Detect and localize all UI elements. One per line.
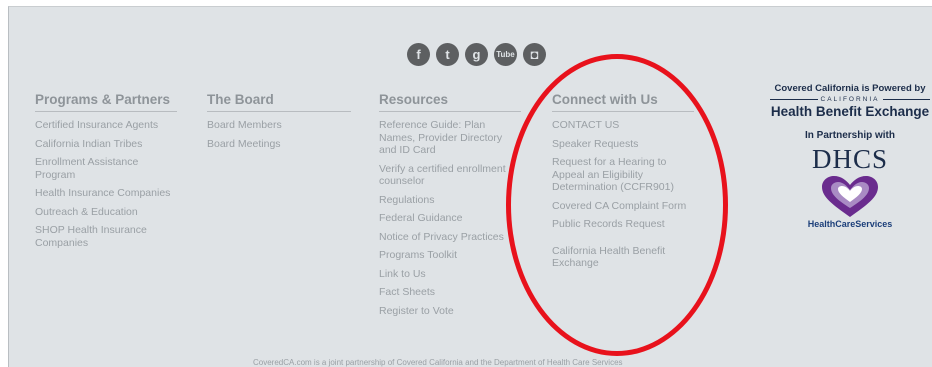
link-programs-toolkit[interactable]: Programs Toolkit xyxy=(379,249,521,262)
dhcs-heart-icon xyxy=(822,176,878,217)
link-fact-sheets[interactable]: Fact Sheets xyxy=(379,286,521,299)
facebook-icon[interactable]: f xyxy=(407,43,430,66)
link-privacy-practices[interactable]: Notice of Privacy Practices xyxy=(379,231,521,244)
health-benefit-exchange-logo[interactable]: Health Benefit Exchange xyxy=(770,104,930,119)
programs-partners-column: Programs & Partners Certified Insurance … xyxy=(35,92,177,255)
programs-partners-heading: Programs & Partners xyxy=(35,92,177,112)
instagram-icon[interactable]: ◘ xyxy=(523,43,546,66)
twitter-icon[interactable]: t xyxy=(436,43,459,66)
link-outreach-education[interactable]: Outreach & Education xyxy=(35,206,177,219)
google-plus-icon[interactable]: g xyxy=(465,43,488,66)
link-contact-us[interactable]: CONTACT US xyxy=(552,119,694,132)
link-certified-agents[interactable]: Certified Insurance Agents xyxy=(35,119,177,132)
link-reference-guide[interactable]: Reference Guide: Plan Names, Provider Di… xyxy=(379,119,521,157)
link-board-meetings[interactable]: Board Meetings xyxy=(207,138,351,151)
board-column: The Board Board Members Board Meetings xyxy=(207,92,351,156)
link-health-benefit-exchange[interactable]: California Health Benefit Exchange xyxy=(552,245,694,270)
link-shop-health-insurance[interactable]: SHOP Health Insurance Companies xyxy=(35,224,177,249)
resources-column: Resources Reference Guide: Plan Names, P… xyxy=(379,92,521,323)
link-hearing-request[interactable]: Request for a Hearing to Appeal an Eligi… xyxy=(552,156,694,194)
link-federal-guidance[interactable]: Federal Guidance xyxy=(379,212,521,225)
youtube-icon[interactable]: Tube xyxy=(494,43,517,66)
powered-by-text: Covered California is Powered by xyxy=(774,83,926,94)
link-public-records[interactable]: Public Records Request xyxy=(552,218,694,231)
health-care-services-text: HealthCareServices xyxy=(807,219,893,229)
link-link-to-us[interactable]: Link to Us xyxy=(379,268,521,281)
partnership-text: In Partnership with xyxy=(804,130,895,141)
powered-by-block: Covered California is Powered by CALIFOR… xyxy=(770,83,931,229)
link-register-to-vote[interactable]: Register to Vote xyxy=(379,305,521,318)
dhcs-logo-text[interactable]: DHCS xyxy=(770,144,930,175)
link-speaker-requests[interactable]: Speaker Requests xyxy=(552,138,694,151)
link-regulations[interactable]: Regulations xyxy=(379,194,521,207)
link-verify-counselor[interactable]: Verify a certified enrollment counselor xyxy=(379,163,521,188)
link-health-insurance-companies[interactable]: Health Insurance Companies xyxy=(35,187,177,200)
connect-column: Connect with Us CONTACT US Speaker Reque… xyxy=(552,92,694,276)
connect-heading: Connect with Us xyxy=(552,92,694,112)
link-indian-tribes[interactable]: California Indian Tribes xyxy=(35,138,177,151)
social-links: f t g Tube ◘ xyxy=(407,43,546,66)
link-board-members[interactable]: Board Members xyxy=(207,119,351,132)
california-label: CALIFORNIA xyxy=(770,96,931,103)
resources-heading: Resources xyxy=(379,92,521,112)
link-enrollment-assistance[interactable]: Enrollment Assistance Program xyxy=(35,156,177,181)
link-complaint-form[interactable]: Covered CA Complaint Form xyxy=(552,200,694,213)
board-heading: The Board xyxy=(207,92,351,112)
